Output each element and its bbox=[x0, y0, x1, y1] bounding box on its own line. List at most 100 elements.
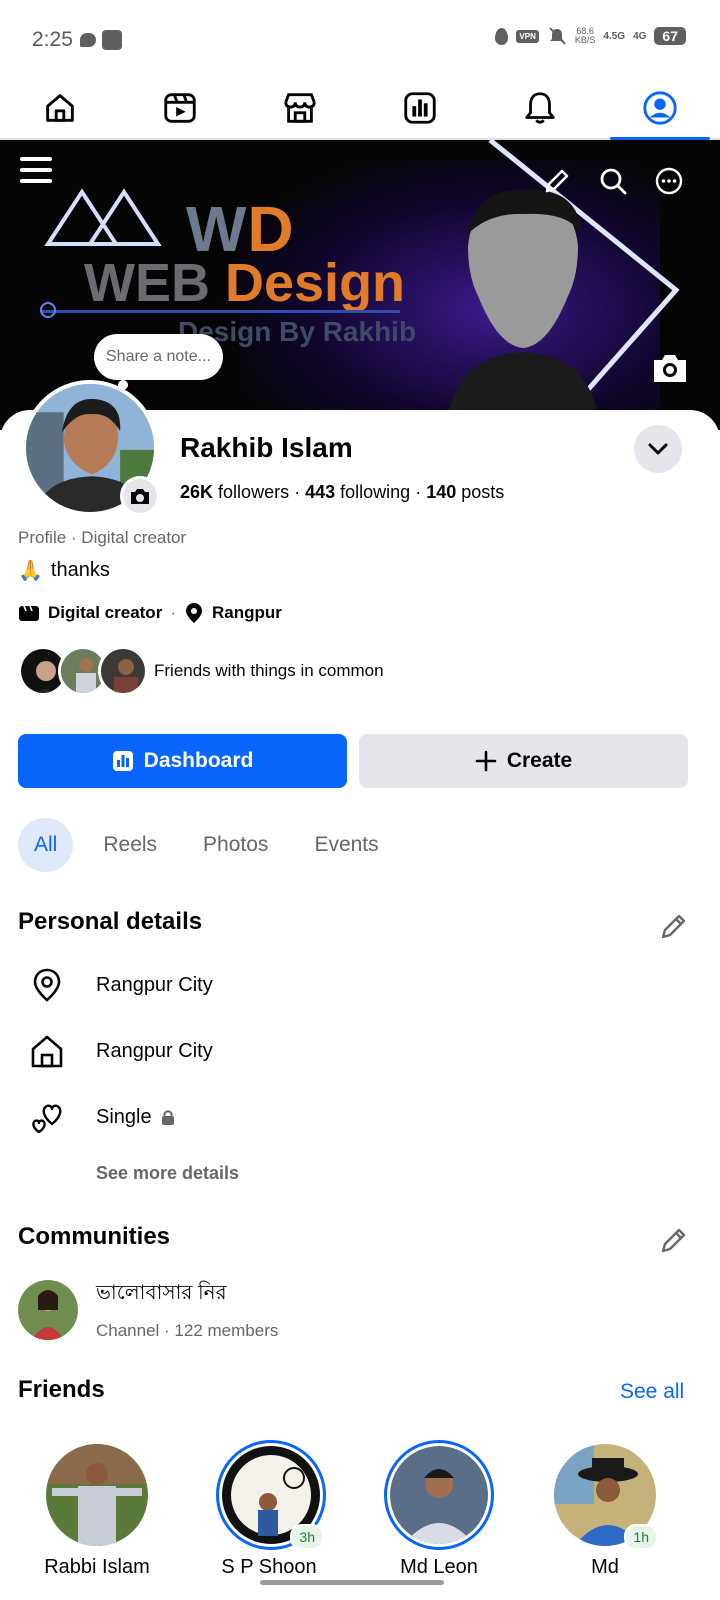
detail-current-city: Rangpur City bbox=[28, 966, 213, 1004]
edit-personal-details-icon[interactable] bbox=[658, 910, 690, 942]
home-icon bbox=[31, 1035, 63, 1068]
cover-actions bbox=[542, 166, 684, 196]
friend-avatar bbox=[46, 1444, 148, 1546]
nav-marketplace[interactable] bbox=[240, 78, 360, 138]
content-tabs: All Reels Photos Events bbox=[18, 818, 395, 872]
dashboard-label: Dashboard bbox=[143, 749, 254, 772]
friends-in-common[interactable]: Friends with things in common bbox=[18, 646, 384, 696]
location-pin-icon bbox=[33, 968, 61, 1002]
communities-title: Communities bbox=[18, 1223, 171, 1250]
friend-name[interactable]: Md bbox=[535, 1556, 675, 1579]
status-indicators: VPN 68.6 KB/S 4.5G 4G 67 bbox=[495, 26, 686, 46]
friend-name[interactable]: S P Shoon bbox=[199, 1556, 339, 1579]
story-time-badge: 3h bbox=[290, 1524, 324, 1550]
top-navigation bbox=[0, 78, 720, 140]
hearts-icon bbox=[32, 1104, 62, 1134]
notification-icons bbox=[80, 30, 122, 50]
nav-home[interactable] bbox=[0, 78, 120, 138]
messenger-notification-icon bbox=[80, 33, 96, 47]
community-info: ভালোবাসার নির Channel · 122 members bbox=[96, 1278, 278, 1341]
following-label[interactable]: following bbox=[340, 482, 410, 502]
lock-icon bbox=[161, 1110, 174, 1125]
detail-text: Rangpur City bbox=[96, 1039, 213, 1062]
cover-logo-web-design: WEB Design bbox=[84, 252, 405, 314]
cover-person-photo bbox=[448, 189, 598, 416]
edit-communities-icon[interactable] bbox=[658, 1224, 690, 1256]
separator: · bbox=[170, 603, 176, 622]
chevron-down-icon bbox=[648, 443, 668, 455]
speed-unit: KB/S bbox=[574, 35, 596, 45]
following-count[interactable]: 443 bbox=[305, 482, 335, 502]
nav-video[interactable] bbox=[120, 78, 240, 138]
search-icon[interactable] bbox=[598, 166, 628, 196]
menu-icon[interactable] bbox=[20, 154, 52, 186]
tab-reels[interactable]: Reels bbox=[87, 818, 173, 872]
status-bar: 2:25 VPN 68.6 KB/S 4.5G 4G 67 bbox=[0, 0, 720, 78]
followers-label[interactable]: followers bbox=[218, 482, 289, 502]
friend-name[interactable]: Rabbi Islam bbox=[27, 1556, 167, 1579]
cover-logo-design: Design bbox=[225, 253, 406, 313]
story-time-badge: 1h bbox=[624, 1524, 658, 1550]
tab-events[interactable]: Events bbox=[298, 818, 394, 872]
cover-camera-icon[interactable] bbox=[650, 350, 690, 386]
posts-count: 140 bbox=[426, 482, 457, 502]
category-tag: Digital creator bbox=[48, 603, 163, 622]
profile-tags: Digital creator · Rangpur bbox=[18, 602, 282, 624]
vpn-icon: VPN bbox=[516, 29, 539, 43]
nav-dashboard[interactable] bbox=[360, 78, 480, 138]
friend-card[interactable] bbox=[384, 1440, 494, 1550]
cover-logo-web: WEB bbox=[84, 253, 225, 313]
notifications-icon bbox=[525, 92, 555, 124]
gesture-home-bar[interactable] bbox=[260, 1580, 444, 1585]
cover-line bbox=[40, 310, 400, 313]
marketplace-icon bbox=[284, 93, 316, 123]
note-dot bbox=[118, 380, 128, 390]
plus-icon bbox=[475, 750, 497, 772]
profile-subtitle: Profile · Digital creator bbox=[18, 528, 187, 547]
clapperboard-icon bbox=[19, 605, 39, 621]
cover-logo-mark bbox=[44, 188, 162, 246]
friend-card[interactable]: 3h bbox=[216, 1440, 326, 1550]
nav-notifications[interactable] bbox=[480, 78, 600, 138]
friend-name[interactable]: Md Leon bbox=[369, 1556, 509, 1579]
location-pin-icon bbox=[185, 603, 202, 623]
profile-sheet bbox=[0, 410, 720, 1600]
share-note-bubble[interactable]: Share a note... bbox=[94, 334, 223, 380]
detail-text: Single bbox=[96, 1105, 152, 1128]
detail-hometown: Rangpur City bbox=[28, 1032, 213, 1070]
data-saver-icon bbox=[495, 27, 509, 45]
location-tag: Rangpur bbox=[211, 603, 282, 622]
video-icon bbox=[164, 93, 196, 123]
tab-photos[interactable]: Photos bbox=[187, 818, 284, 872]
friends-common-text: Friends with things in common bbox=[154, 661, 384, 680]
friends-title: Friends bbox=[18, 1376, 105, 1403]
profile-switch-button[interactable] bbox=[634, 425, 682, 473]
profile-bio: 🙏 thanks bbox=[18, 558, 110, 583]
community-avatar bbox=[18, 1279, 78, 1340]
see-all-friends-link[interactable]: See all bbox=[620, 1380, 684, 1404]
friend-card[interactable] bbox=[42, 1440, 152, 1550]
edit-icon[interactable] bbox=[542, 166, 572, 196]
community-item[interactable]: ভালোবাসার নির Channel · 122 members bbox=[18, 1278, 278, 1341]
avatar-camera-button[interactable] bbox=[120, 476, 160, 516]
signal-2: 4G bbox=[633, 30, 647, 42]
profile-icon bbox=[643, 91, 677, 125]
friend-card[interactable]: 1h bbox=[550, 1440, 660, 1550]
nav-profile[interactable] bbox=[600, 78, 720, 140]
bio-emoji: 🙏 bbox=[18, 560, 43, 582]
followers-count[interactable]: 26K bbox=[180, 482, 213, 502]
tab-all[interactable]: All bbox=[18, 818, 74, 872]
friend-avatar bbox=[390, 1446, 488, 1544]
dashboard-button[interactable]: Dashboard bbox=[18, 734, 347, 788]
camera-icon bbox=[131, 489, 149, 504]
create-button[interactable]: Create bbox=[359, 734, 688, 788]
separator: · bbox=[294, 482, 306, 502]
battery-indicator: 67 bbox=[654, 27, 686, 45]
dashboard-icon bbox=[112, 751, 133, 771]
more-options-icon[interactable] bbox=[654, 166, 684, 196]
posts-label: posts bbox=[461, 482, 505, 502]
see-more-details-link[interactable]: See more details bbox=[96, 1163, 239, 1184]
bio-text: thanks bbox=[50, 559, 110, 581]
status-time: 2:25 bbox=[32, 28, 73, 51]
create-label: Create bbox=[506, 749, 573, 772]
